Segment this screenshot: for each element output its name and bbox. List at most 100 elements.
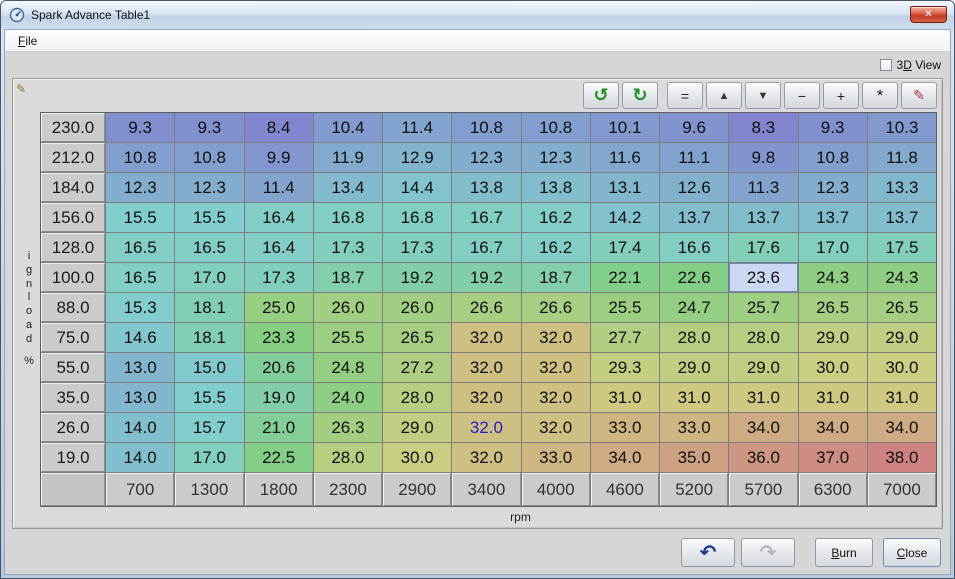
- table-cell[interactable]: 19.0: [245, 383, 313, 412]
- table-cell[interactable]: 12.6: [660, 173, 728, 202]
- table-cell[interactable]: 34.0: [868, 413, 936, 442]
- table-cell[interactable]: 32.0: [522, 383, 590, 412]
- table-cell[interactable]: 13.8: [452, 173, 520, 202]
- table-cell[interactable]: 28.0: [660, 323, 728, 352]
- table-cell[interactable]: 16.8: [383, 203, 451, 232]
- table-cell[interactable]: 36.0: [729, 443, 797, 472]
- table-cell[interactable]: 26.5: [868, 293, 936, 322]
- table-cell[interactable]: 27.7: [591, 323, 659, 352]
- table-cell[interactable]: 34.0: [799, 413, 867, 442]
- table-cell[interactable]: 15.3: [106, 293, 174, 322]
- table-cell[interactable]: 13.3: [868, 173, 936, 202]
- table-cell[interactable]: 29.0: [868, 323, 936, 352]
- table-cell[interactable]: 11.6: [591, 143, 659, 172]
- table-cell[interactable]: 13.1: [591, 173, 659, 202]
- undo-button[interactable]: ↶: [681, 538, 735, 567]
- row-header[interactable]: 156.0: [41, 203, 105, 232]
- table-cell[interactable]: 29.0: [799, 323, 867, 352]
- row-header[interactable]: 35.0: [41, 383, 105, 412]
- table-cell[interactable]: 17.0: [175, 443, 243, 472]
- redo-button[interactable]: ↷: [741, 538, 795, 567]
- table-cell[interactable]: 20.6: [245, 353, 313, 382]
- table-cell[interactable]: 26.0: [314, 293, 382, 322]
- table-cell[interactable]: 32.0: [522, 413, 590, 442]
- table-cell[interactable]: 30.0: [868, 353, 936, 382]
- table-cell[interactable]: 10.8: [175, 143, 243, 172]
- table-cell[interactable]: 27.2: [383, 353, 451, 382]
- table-cell[interactable]: 11.8: [868, 143, 936, 172]
- row-header[interactable]: 212.0: [41, 143, 105, 172]
- row-header[interactable]: 55.0: [41, 353, 105, 382]
- table-cell[interactable]: 19.2: [452, 263, 520, 292]
- table-cell[interactable]: 22.1: [591, 263, 659, 292]
- column-header[interactable]: 6300: [799, 473, 867, 506]
- multiply-button[interactable]: *: [862, 82, 898, 109]
- column-header[interactable]: 2900: [383, 473, 451, 506]
- table-cell[interactable]: 10.8: [799, 143, 867, 172]
- table-cell[interactable]: 28.0: [314, 443, 382, 472]
- column-header[interactable]: 4600: [591, 473, 659, 506]
- table-cell[interactable]: 31.0: [591, 383, 659, 412]
- table-cell[interactable]: 24.0: [314, 383, 382, 412]
- table-cell[interactable]: 16.5: [106, 233, 174, 262]
- table-cell[interactable]: 13.8: [522, 173, 590, 202]
- table-cell[interactable]: 26.6: [452, 293, 520, 322]
- table-cell[interactable]: 32.0: [452, 323, 520, 352]
- table-cell[interactable]: 10.8: [106, 143, 174, 172]
- table-cell[interactable]: 34.0: [591, 443, 659, 472]
- table-cell[interactable]: 26.5: [799, 293, 867, 322]
- table-cell[interactable]: 33.0: [660, 413, 728, 442]
- table-cell[interactable]: 16.7: [452, 233, 520, 262]
- table-cell[interactable]: 13.7: [868, 203, 936, 232]
- table-cell[interactable]: 29.0: [660, 353, 728, 382]
- set-equal-button[interactable]: =: [667, 82, 703, 109]
- table-cell[interactable]: 24.8: [314, 353, 382, 382]
- table-cell[interactable]: 32.0: [452, 443, 520, 472]
- table-cell[interactable]: 25.7: [729, 293, 797, 322]
- edit-pencil-button[interactable]: ✎: [901, 82, 937, 109]
- table-cell[interactable]: 25.0: [245, 293, 313, 322]
- table-cell[interactable]: 14.0: [106, 413, 174, 442]
- table-cell[interactable]: 15.5: [175, 383, 243, 412]
- table-cell[interactable]: 23.3: [245, 323, 313, 352]
- table-cell[interactable]: 25.5: [314, 323, 382, 352]
- table-cell[interactable]: 12.3: [452, 143, 520, 172]
- table-cell[interactable]: 17.5: [868, 233, 936, 262]
- table-cell[interactable]: 28.0: [383, 383, 451, 412]
- table-cell[interactable]: 17.6: [729, 233, 797, 262]
- table-cell[interactable]: 26.3: [314, 413, 382, 442]
- table-cell[interactable]: 26.6: [522, 293, 590, 322]
- row-header[interactable]: 26.0: [41, 413, 105, 442]
- table-cell[interactable]: 15.5: [175, 203, 243, 232]
- table-cell[interactable]: 21.0: [245, 413, 313, 442]
- table-cell[interactable]: 9.3: [799, 113, 867, 142]
- table-cell[interactable]: 29.0: [383, 413, 451, 442]
- table-cell[interactable]: 19.2: [383, 263, 451, 292]
- table-cell[interactable]: 13.0: [106, 383, 174, 412]
- column-header[interactable]: 1800: [245, 473, 313, 506]
- table-cell[interactable]: 10.1: [591, 113, 659, 142]
- row-header[interactable]: 184.0: [41, 173, 105, 202]
- titlebar[interactable]: Spark Advance Table1 ✕: [1, 1, 954, 29]
- burn-button[interactable]: Burn: [815, 538, 873, 567]
- table-cell[interactable]: 14.0: [106, 443, 174, 472]
- table-cell[interactable]: 15.7: [175, 413, 243, 442]
- table-cell[interactable]: 13.7: [729, 203, 797, 232]
- table-cell[interactable]: 16.8: [314, 203, 382, 232]
- table-cell[interactable]: 25.5: [591, 293, 659, 322]
- plus-button[interactable]: +: [823, 82, 859, 109]
- table-cell[interactable]: 31.0: [660, 383, 728, 412]
- table-cell[interactable]: 12.3: [522, 143, 590, 172]
- table-cell[interactable]: 11.4: [383, 113, 451, 142]
- table-cell[interactable]: 35.0: [660, 443, 728, 472]
- table-cell[interactable]: 16.2: [522, 203, 590, 232]
- table-cell[interactable]: 17.3: [383, 233, 451, 262]
- table-cell[interactable]: 11.3: [729, 173, 797, 202]
- table-cell[interactable]: 28.0: [729, 323, 797, 352]
- column-header[interactable]: 5200: [660, 473, 728, 506]
- table-cell[interactable]: 30.0: [799, 353, 867, 382]
- table-cell[interactable]: 17.3: [245, 263, 313, 292]
- table-cell[interactable]: 13.4: [314, 173, 382, 202]
- table-cell[interactable]: 32.0: [452, 353, 520, 382]
- menu-file[interactable]: File: [9, 32, 46, 50]
